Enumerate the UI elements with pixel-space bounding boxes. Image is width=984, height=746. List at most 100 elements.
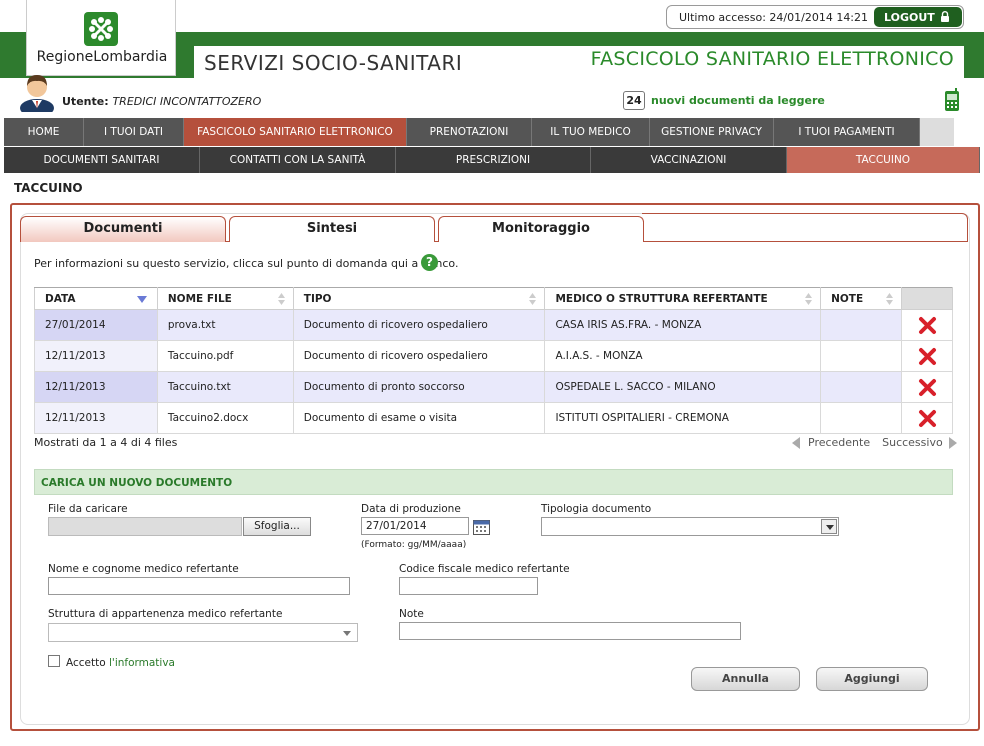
- lock-icon: [941, 11, 949, 22]
- cell-date: 12/11/2013: [34, 340, 158, 372]
- browse-button[interactable]: Sfoglia...: [243, 517, 311, 536]
- nav-fascicolo[interactable]: FASCICOLO SANITARIO ELETTRONICO: [184, 118, 407, 146]
- cell-file[interactable]: prova.txt: [156, 309, 294, 341]
- new-docs-link[interactable]: nuovi documenti da leggere: [651, 94, 825, 107]
- next-page-link[interactable]: Successivo: [882, 436, 943, 449]
- file-input[interactable]: [48, 517, 242, 536]
- cell-note: [820, 402, 903, 434]
- chevron-down-icon[interactable]: [821, 519, 837, 534]
- next-arrow-icon[interactable]: [948, 437, 957, 449]
- sort-desc-icon: [136, 296, 147, 303]
- regione-lombardia-logo[interactable]: RegioneLombardia: [26, 0, 176, 76]
- delete-icon[interactable]: [918, 378, 937, 397]
- taccuino-panel: [10, 203, 980, 731]
- col-data[interactable]: DATA: [34, 287, 158, 310]
- last-access-box: Ultimo accesso: 24/01/2014 14:21 LOGOUT: [666, 5, 964, 29]
- tab-bar-right: [642, 213, 968, 242]
- accept-text: Accetto l'informativa: [66, 657, 175, 669]
- doctor-cf-label: Codice fiscale medico refertante: [399, 563, 570, 575]
- col-nome-file[interactable]: NOME FILE: [156, 287, 294, 310]
- prev-arrow-icon[interactable]: [792, 437, 800, 449]
- col-note[interactable]: NOTE: [820, 287, 903, 310]
- logout-label: LOGOUT: [884, 11, 935, 24]
- tab-sintesi[interactable]: Sintesi: [229, 216, 435, 242]
- subnav-vaccinazioni[interactable]: VACCINAZIONI: [591, 147, 787, 173]
- new-docs-count[interactable]: 24: [623, 91, 645, 110]
- cancel-button[interactable]: Annulla: [691, 667, 800, 691]
- date-input[interactable]: 27/01/2014: [361, 517, 469, 535]
- delete-icon[interactable]: [918, 347, 937, 366]
- upload-section-heading: CARICA UN NUOVO DOCUMENTO: [34, 469, 953, 495]
- table-row[interactable]: 12/11/2013 Taccuino2.docx Documento di e…: [34, 402, 953, 434]
- date-format-note: (Formato: gg/MM/aaaa): [361, 540, 467, 550]
- nav-prenotazioni[interactable]: PRENOTAZIONI: [407, 118, 532, 146]
- subnav-documenti-sanitari[interactable]: DOCUMENTI SANITARI: [4, 147, 200, 173]
- col-note-label: NOTE: [831, 292, 864, 305]
- note-label: Note: [399, 608, 424, 620]
- logout-button[interactable]: LOGOUT: [874, 7, 962, 27]
- cell-type: Documento di pronto soccorso: [292, 371, 546, 403]
- nav-i-tuoi-dati[interactable]: I TUOI DATI: [84, 118, 184, 146]
- note-input[interactable]: [399, 622, 741, 640]
- col-medico-label: MEDICO O STRUTTURA REFERTANTE: [555, 292, 768, 305]
- col-medico[interactable]: MEDICO O STRUTTURA REFERTANTE: [544, 287, 822, 310]
- add-button[interactable]: Aggiungi: [816, 667, 928, 691]
- cell-date: 12/11/2013: [34, 402, 158, 434]
- cell-file[interactable]: Taccuino.txt: [156, 371, 294, 403]
- doc-type-label: Tipologia documento: [541, 503, 652, 515]
- cell-doctor: OSPEDALE L. SACCO - MILANO: [544, 371, 822, 403]
- subnav-contatti[interactable]: CONTATTI CON LA SANITÀ: [200, 147, 396, 173]
- cell-doctor: A.I.A.S. - MONZA: [544, 340, 822, 372]
- prev-page-link[interactable]: Precedente: [808, 436, 870, 449]
- cell-doctor: CASA IRIS AS.FRA. - MONZA: [544, 309, 822, 341]
- sort-icon: [529, 293, 537, 305]
- file-label: File da caricare: [48, 503, 128, 515]
- cell-date: 27/01/2014: [34, 309, 158, 341]
- nav-i-tuoi-pagamenti[interactable]: I TUOI PAGAMENTI: [774, 118, 920, 146]
- calendar-icon[interactable]: [473, 519, 490, 535]
- table-row[interactable]: 12/11/2013 Taccuino.pdf Documento di ric…: [34, 340, 953, 372]
- help-icon[interactable]: ?: [421, 254, 438, 271]
- mobile-phone-icon[interactable]: [944, 88, 960, 112]
- doc-type-select[interactable]: [541, 517, 839, 536]
- doctor-name-input[interactable]: [48, 577, 350, 595]
- doctor-cf-input[interactable]: [399, 577, 538, 595]
- cell-file[interactable]: Taccuino.pdf: [156, 340, 294, 372]
- table-row[interactable]: 12/11/2013 Taccuino.txt Documento di pro…: [34, 371, 953, 403]
- col-tipo-label: TIPO: [303, 292, 332, 305]
- structure-label: Struttura di appartenenza medico referta…: [48, 608, 283, 620]
- delete-icon[interactable]: [918, 409, 937, 428]
- informativa-link[interactable]: l'informativa: [109, 657, 175, 669]
- accept-checkbox[interactable]: [48, 655, 60, 667]
- table-header-row: DATA NOME FILE TIPO MEDICO O STRUTTURA R…: [34, 287, 953, 310]
- delete-icon[interactable]: [918, 316, 937, 335]
- col-tipo[interactable]: TIPO: [292, 287, 546, 310]
- service-title: SERVIZI SOCIO-SANITARI: [204, 51, 463, 75]
- cell-delete: [901, 340, 953, 372]
- sort-icon: [805, 293, 813, 305]
- sort-icon: [886, 293, 894, 305]
- nav-gestione-privacy[interactable]: GESTIONE PRIVACY: [650, 118, 774, 146]
- doctor-name-label: Nome e cognome medico refertante: [48, 563, 239, 575]
- subnav-prescrizioni[interactable]: PRESCRIZIONI: [396, 147, 591, 173]
- user-name: TREDICI INCONTATTOZERO: [112, 95, 262, 108]
- info-text: Per informazioni su questo servizio, cli…: [34, 257, 459, 270]
- table-row[interactable]: 27/01/2014 prova.txt Documento di ricove…: [34, 309, 953, 341]
- cell-note: [820, 309, 903, 341]
- nav-home[interactable]: HOME: [4, 118, 84, 146]
- page-title: TACCUINO: [14, 181, 83, 195]
- cell-delete: [901, 309, 953, 341]
- tab-documenti[interactable]: Documenti: [20, 216, 226, 242]
- tab-monitoraggio[interactable]: Monitoraggio: [438, 216, 644, 242]
- tab-bar: Documenti Sintesi Monitoraggio: [20, 213, 968, 242]
- user-avatar-icon: [20, 75, 54, 112]
- nav-il-tuo-medico[interactable]: IL TUO MEDICO: [532, 118, 650, 146]
- cell-delete: [901, 402, 953, 434]
- documents-table: DATA NOME FILE TIPO MEDICO O STRUTTURA R…: [34, 287, 953, 434]
- cell-file[interactable]: Taccuino2.docx: [156, 402, 294, 434]
- subnav-taccuino[interactable]: TACCUINO: [787, 147, 980, 173]
- sub-nav: DOCUMENTI SANITARI CONTATTI CON LA SANIT…: [4, 147, 980, 173]
- cell-doctor: ISTITUTI OSPITALIERI - CREMONA: [544, 402, 822, 434]
- structure-select[interactable]: [48, 623, 358, 642]
- accept-prefix: Accetto: [66, 657, 106, 669]
